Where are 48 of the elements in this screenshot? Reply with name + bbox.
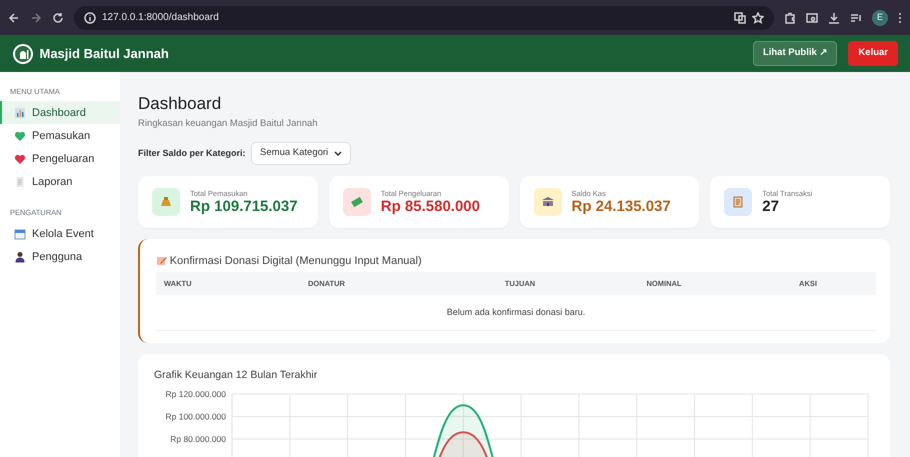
public-view-button[interactable]: Lihat Publik ↗ (752, 41, 838, 66)
tab-search-icon[interactable] (806, 12, 818, 24)
media-icon[interactable] (850, 12, 862, 24)
filter-label: Filter Saldo per Kategori: (138, 146, 246, 160)
sidebar-item[interactable]: Kelola Event (0, 222, 120, 246)
card-title: Konfirmasi Donasi Digital (Menunggu Input Manual) (170, 254, 422, 269)
sidebar-item[interactable]: Pemasukan (0, 124, 120, 148)
stat-value: 27 (762, 199, 780, 216)
download-icon[interactable] (828, 12, 840, 24)
stat-value: Rp 24.135.037 (572, 199, 671, 216)
info-icon[interactable] (84, 12, 96, 24)
star-icon[interactable] (752, 12, 764, 24)
chart-title: Grafik Keuangan 12 Bulan Terakhir (154, 368, 318, 383)
heart-icon (14, 152, 26, 165)
axis-tick-label: Rp 100.000.000 (166, 412, 226, 422)
mosque-logo-icon (12, 42, 34, 64)
heart-icon (14, 130, 26, 142)
brand-name: Masjid Baitul Jannah (40, 44, 169, 63)
memo-icon (156, 255, 167, 266)
bank-icon (540, 194, 554, 209)
clipboard-icon (731, 194, 746, 209)
logout-button[interactable]: Keluar (848, 41, 898, 66)
forward-icon[interactable] (30, 12, 42, 24)
translate-icon[interactable] (734, 12, 746, 24)
category-select[interactable]: Semua Kategori (251, 142, 351, 165)
profile-avatar[interactable]: E (872, 10, 888, 26)
chevron-down-icon (334, 150, 342, 157)
calendar-icon (14, 228, 26, 240)
sidebar-item[interactable]: Pengguna (0, 246, 120, 268)
more-icon[interactable] (898, 12, 902, 24)
address-bar[interactable]: 127.0.0.1:8000/dashboard (102, 10, 219, 25)
axis-tick-label: Rp 80.000.000 (170, 434, 226, 444)
sidebar-item[interactable]: Laporan (0, 170, 120, 194)
back-icon[interactable] (8, 12, 20, 24)
bar-chart-icon (14, 106, 26, 119)
page-title: Dashboard (138, 94, 222, 114)
money-bag-icon (159, 194, 173, 209)
person-icon (14, 251, 26, 263)
sidebar-item[interactable]: Dashboard (0, 101, 120, 124)
axis-tick-label: Rp 120.000.000 (166, 389, 226, 400)
document-icon (14, 176, 26, 188)
reload-icon[interactable] (52, 12, 64, 24)
sidebar-item[interactable]: Pengeluaran (0, 147, 120, 170)
stat-value: Rp 85.580.000 (380, 199, 480, 216)
stat-value: Rp 109.715.037 (190, 199, 298, 216)
empty-message: Belum ada konfirmasi donasi baru. (446, 306, 586, 319)
extensions-icon[interactable] (784, 12, 796, 24)
page-subtitle: Ringkasan keuangan Masjid Baitul Jannah (138, 117, 319, 132)
